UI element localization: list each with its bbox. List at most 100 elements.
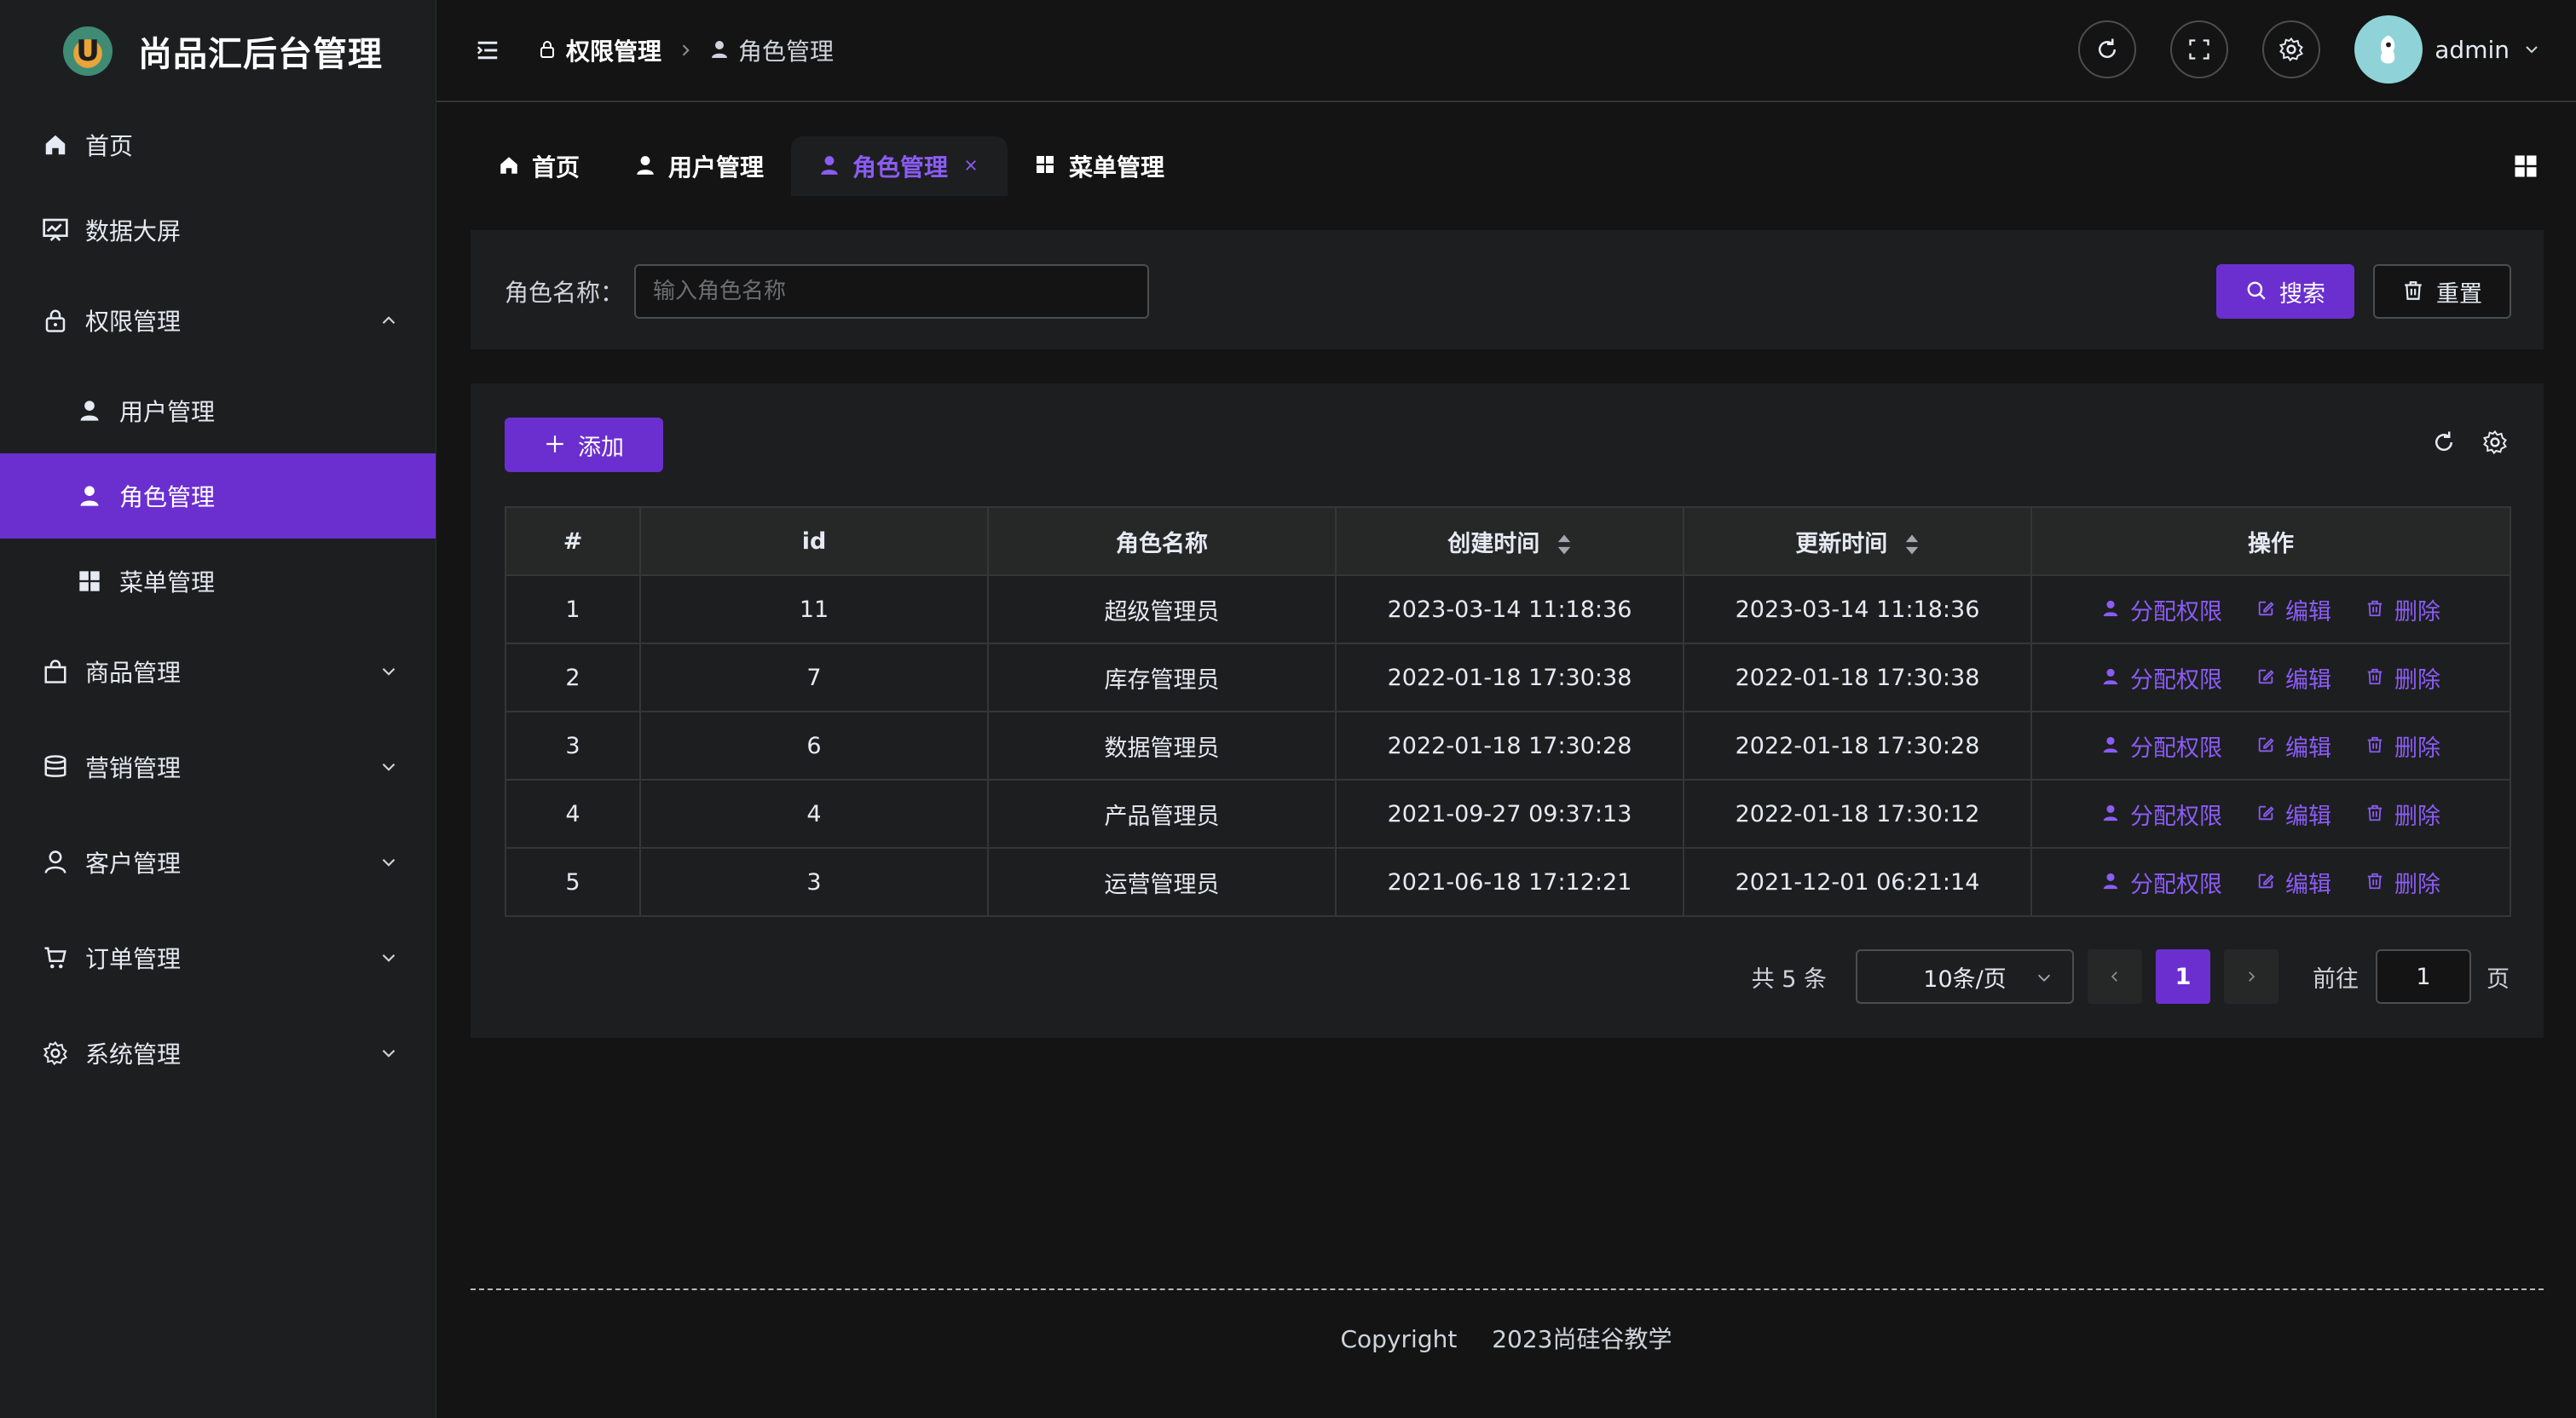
sidebar-item-data-screen[interactable]: 数据大屏 — [0, 187, 436, 273]
page-button-current[interactable]: 1 — [2156, 949, 2210, 1004]
sidebar-item-label: 菜单管理 — [119, 568, 216, 597]
cell-created: 2023-03-14 11:18:36 — [1335, 574, 1684, 644]
close-icon[interactable] — [963, 158, 980, 175]
menu-collapse-icon[interactable] — [472, 35, 503, 66]
breadcrumb-item-permission[interactable]: 权限管理 — [537, 33, 661, 67]
edit-button[interactable]: 编辑 — [2256, 661, 2331, 695]
chevron-down-icon — [378, 947, 400, 969]
sidebar-item-menus[interactable]: 菜单管理 — [0, 539, 436, 624]
add-role-button[interactable]: 添加 — [505, 418, 663, 472]
next-page-button[interactable] — [2224, 949, 2279, 1004]
action-label: 删除 — [2394, 803, 2440, 830]
footer-divider — [471, 1288, 2544, 1290]
grid-icon[interactable] — [2513, 153, 2540, 181]
sidebar-item-label: 客户管理 — [85, 850, 182, 878]
chevron-right-icon — [2249, 971, 2255, 982]
goto-page-input[interactable] — [2376, 949, 2471, 1004]
action-label: 删除 — [2394, 666, 2440, 694]
delete-button[interactable]: 删除 — [2365, 729, 2440, 763]
user-name[interactable]: admin — [2434, 36, 2510, 64]
logo-icon: U — [63, 26, 113, 76]
action-label: 编辑 — [2285, 666, 2331, 694]
delete-button[interactable]: 删除 — [2365, 661, 2440, 695]
edit-icon — [2256, 735, 2277, 756]
action-label: 分配权限 — [2130, 666, 2222, 694]
assign-permission-button[interactable]: 分配权限 — [2101, 661, 2222, 695]
tab-users[interactable]: 用户管理 — [607, 136, 791, 196]
fullscreen-button[interactable] — [2170, 20, 2229, 78]
sidebar-item-label: 营销管理 — [85, 754, 182, 782]
edit-button[interactable]: 编辑 — [2256, 798, 2331, 831]
edit-button[interactable]: 编辑 — [2256, 593, 2331, 626]
tab-label: 角色管理 — [852, 153, 949, 182]
tab-roles[interactable]: 角色管理 — [791, 136, 1008, 196]
sidebar-item-roles[interactable]: 角色管理 — [0, 453, 436, 539]
cell-role-name: 超级管理员 — [987, 574, 1337, 644]
column-header-updated[interactable]: 更新时间 — [1683, 506, 2032, 576]
column-header-created[interactable]: 创建时间 — [1335, 506, 1684, 576]
cell-id: 6 — [639, 711, 989, 781]
cell-index: 2 — [505, 643, 641, 712]
search-card: 角色名称： 搜索 重置 — [471, 230, 2544, 349]
trash-icon — [2365, 667, 2386, 688]
delete-button[interactable]: 删除 — [2365, 866, 2440, 899]
delete-button[interactable]: 删除 — [2365, 798, 2440, 831]
lock-icon — [41, 306, 70, 335]
edit-button[interactable]: 编辑 — [2256, 866, 2331, 899]
page-size-value: 10条/页 — [1923, 966, 2007, 993]
fullscreen-icon — [2189, 39, 2209, 60]
cell-id: 4 — [639, 779, 989, 849]
assign-permission-button[interactable]: 分配权限 — [2101, 866, 2222, 899]
cell-index: 5 — [505, 847, 641, 917]
sidebar-item-label: 用户管理 — [119, 398, 216, 426]
sidebar-item-products[interactable]: 商品管理 — [0, 624, 436, 719]
column-header: 角色名称 — [987, 506, 1337, 576]
sidebar-item-permission[interactable]: 权限管理 — [0, 273, 436, 368]
sidebar-item-orders[interactable]: 订单管理 — [0, 910, 436, 1006]
action-label: 分配权限 — [2130, 598, 2222, 625]
sidebar-item-marketing[interactable]: 营销管理 — [0, 719, 436, 815]
gear-icon[interactable] — [2482, 429, 2510, 457]
reset-button-label: 重置 — [2436, 280, 2482, 308]
column-header-label: 更新时间 — [1795, 530, 1888, 557]
role-name-input[interactable] — [634, 264, 1149, 319]
sort-icon[interactable] — [1904, 533, 1920, 556]
cell-actions: 分配权限 编辑 删除 — [2030, 574, 2511, 644]
page-size-select[interactable]: 10条/页 — [1856, 949, 2074, 1004]
sidebar-item-users[interactable]: 用户管理 — [0, 368, 436, 453]
cell-updated: 2022-01-18 17:30:38 — [1683, 643, 2032, 712]
refresh-icon[interactable] — [2431, 429, 2458, 457]
reset-button[interactable]: 重置 — [2373, 264, 2511, 319]
sort-icon[interactable] — [1557, 533, 1572, 556]
action-label: 编辑 — [2285, 598, 2331, 625]
tab-menus[interactable]: 菜单管理 — [1008, 136, 1192, 196]
assign-permission-button[interactable]: 分配权限 — [2101, 729, 2222, 763]
search-button-label: 搜索 — [2279, 280, 2325, 308]
action-label: 编辑 — [2285, 871, 2331, 898]
column-header: 操作 — [2030, 506, 2511, 576]
refresh-button[interactable] — [2078, 20, 2137, 78]
user-icon — [2101, 872, 2122, 892]
prev-page-button[interactable] — [2088, 949, 2142, 1004]
sidebar-item-home[interactable]: 首页 — [0, 102, 436, 187]
table-body: 1 11 超级管理员 2023-03-14 11:18:36 2023-03-14 11… — [505, 574, 2511, 917]
sidebar-item-system[interactable]: 系统管理 — [0, 1006, 436, 1101]
delete-button[interactable]: 删除 — [2365, 593, 2440, 626]
settings-button[interactable] — [2262, 20, 2321, 78]
tab-home[interactable]: 首页 — [471, 136, 607, 196]
search-button[interactable]: 搜索 — [2216, 264, 2354, 319]
avatar[interactable] — [2354, 15, 2423, 84]
table-card: 添加 # id 角色名称 创建时间 更新时间 操作 1 11 超级管理员 202… — [471, 383, 2544, 1038]
cell-updated: 2022-01-18 17:30:12 — [1683, 779, 2032, 849]
gear-icon — [41, 1039, 70, 1068]
user-icon — [818, 154, 842, 178]
edit-button[interactable]: 编辑 — [2256, 729, 2331, 763]
sidebar-item-label: 角色管理 — [119, 483, 216, 511]
assign-permission-button[interactable]: 分配权限 — [2101, 593, 2222, 626]
goto-label: 前往 — [2313, 966, 2359, 993]
assign-permission-button[interactable]: 分配权限 — [2101, 798, 2222, 831]
chevron-down-icon[interactable] — [2521, 39, 2542, 60]
sidebar-item-customers[interactable]: 客户管理 — [0, 815, 436, 910]
action-label: 分配权限 — [2130, 803, 2222, 830]
user-icon — [75, 481, 104, 510]
